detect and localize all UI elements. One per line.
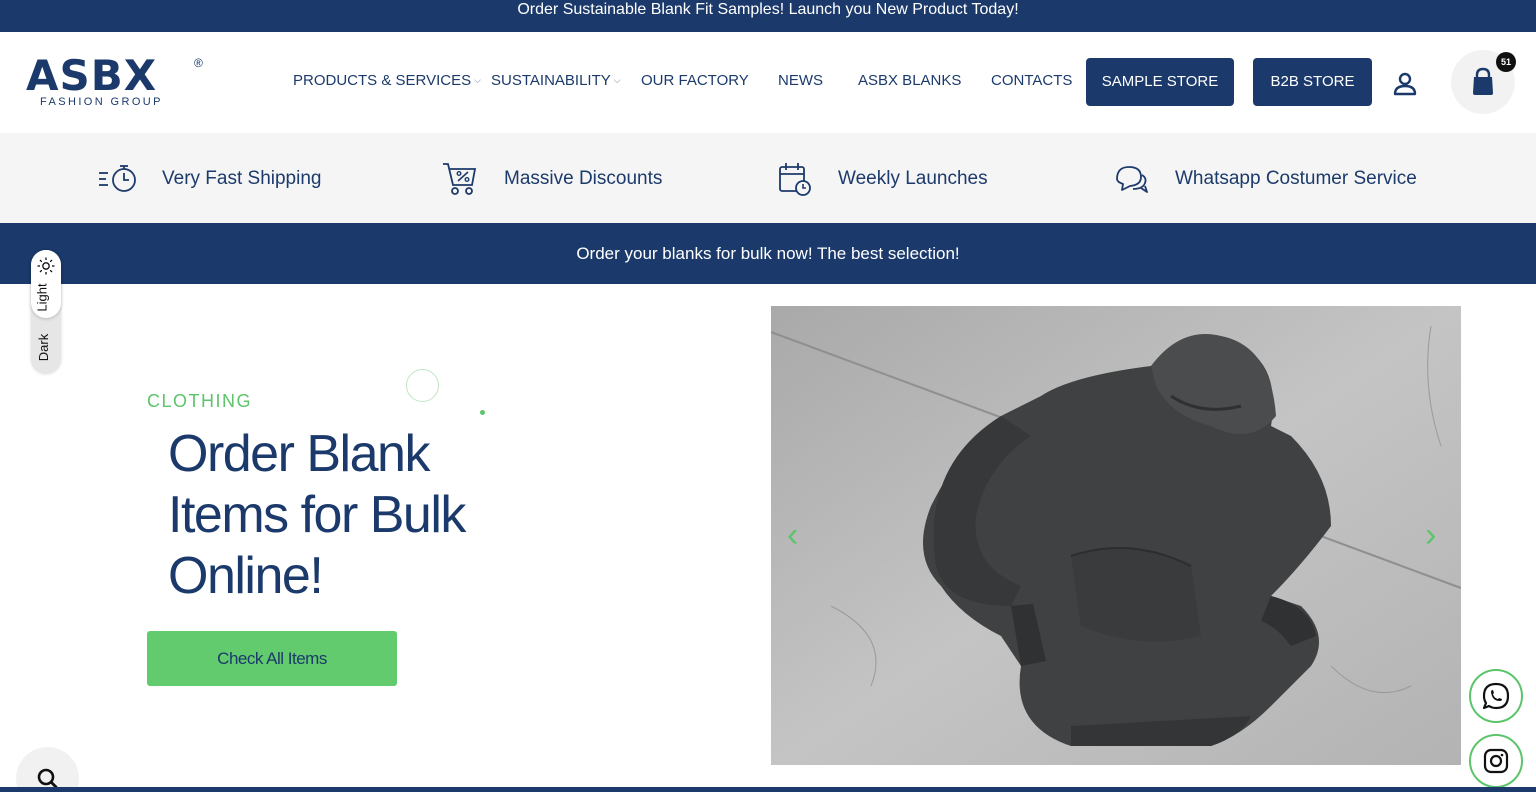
- whatsapp-icon: [1482, 682, 1510, 710]
- cart-count-badge: 51: [1496, 52, 1516, 72]
- nav-label: SUSTAINABILITY: [491, 72, 611, 89]
- theme-dark-label[interactable]: Dark: [36, 334, 51, 361]
- promo-bar: Order your blanks for bulk now! The best…: [0, 223, 1536, 284]
- calendar-clock-icon: [779, 163, 811, 196]
- sample-store-button[interactable]: SAMPLE STORE: [1086, 58, 1234, 106]
- search-icon: [37, 768, 58, 789]
- user-icon[interactable]: [1391, 70, 1419, 98]
- feature-fast-shipping: Very Fast Shipping: [98, 161, 321, 197]
- nav-label: NEWS: [778, 72, 823, 89]
- features-bar: Very Fast Shipping Massive Discounts Wee…: [0, 133, 1536, 223]
- hero-category: CLOTHING: [147, 391, 253, 411]
- nav-label: ASBX BLANKS: [858, 72, 962, 89]
- theme-toggle[interactable]: Light Dark: [31, 250, 61, 374]
- check-all-items-button[interactable]: Check All Items: [147, 631, 397, 686]
- feature-massive-discounts: Massive Discounts: [440, 161, 662, 197]
- logo-tagline: FASHION GROUP: [40, 96, 163, 108]
- theme-light-label: Light: [34, 283, 50, 312]
- nav-label: OUR FACTORY: [641, 72, 749, 89]
- feature-label: Weekly Launches: [838, 168, 988, 189]
- nav-label: PRODUCTS & SERVICES: [293, 72, 472, 89]
- hero-slider: ‹ ›: [771, 306, 1461, 765]
- announcement-text: Order Sustainable Blank Fit Samples! Lau…: [517, 1, 1019, 18]
- decorative-circle: [406, 369, 439, 402]
- hoodie-product-image: [771, 306, 1461, 765]
- chat-bubbles-icon: [1116, 166, 1148, 193]
- stopwatch-icon: [99, 165, 136, 192]
- chevron-right-icon[interactable]: ›: [1425, 518, 1436, 552]
- logo-registered-mark: ®: [194, 56, 203, 70]
- nav-asbx-blanks[interactable]: ASBX BLANKS: [858, 72, 961, 89]
- footer-strip: [0, 787, 1536, 792]
- chevron-down-icon: ⌵: [613, 75, 621, 85]
- theme-light-option[interactable]: Light: [31, 250, 61, 318]
- chevron-left-icon[interactable]: ‹: [787, 518, 798, 552]
- nav-contacts[interactable]: CONTACTS: [991, 72, 1072, 89]
- nav-sustainability[interactable]: SUSTAINABILITY ⌵: [491, 72, 621, 89]
- hero-title: Order Blank Items for Bulk Online!: [168, 425, 466, 605]
- asbx-logo[interactable]: ASBX ® FASHION GROUP: [26, 54, 216, 114]
- sun-icon: [37, 257, 55, 275]
- discount-cart-icon: [443, 163, 477, 195]
- nav-label: CONTACTS: [991, 72, 1073, 89]
- nav-products-services[interactable]: PRODUCTS & SERVICES ⌵: [293, 72, 481, 89]
- nav-news[interactable]: NEWS: [778, 72, 823, 89]
- feature-weekly-launches: Weekly Launches: [774, 161, 988, 197]
- announcement-bar: Order Sustainable Blank Fit Samples! Lau…: [0, 0, 1536, 32]
- site-header: ASBX ® FASHION GROUP PRODUCTS & SERVICES…: [0, 32, 1536, 133]
- feature-label: Very Fast Shipping: [162, 168, 322, 189]
- feature-whatsapp-service: Whatsapp Costumer Service: [1111, 161, 1417, 197]
- chevron-down-icon: ⌵: [474, 75, 481, 85]
- b2b-store-button[interactable]: B2B STORE: [1253, 58, 1372, 106]
- decorative-dot: [480, 410, 485, 415]
- instagram-icon: [1483, 748, 1509, 774]
- promo-text: Order your blanks for bulk now! The best…: [576, 244, 960, 263]
- whatsapp-button[interactable]: [1469, 669, 1523, 723]
- feature-label: Massive Discounts: [504, 168, 663, 189]
- feature-label: Whatsapp Costumer Service: [1175, 168, 1417, 189]
- search-button[interactable]: [16, 747, 79, 792]
- logo-wordmark: ASBX: [26, 51, 158, 100]
- nav-our-factory[interactable]: OUR FACTORY: [641, 72, 749, 89]
- instagram-button[interactable]: [1469, 734, 1523, 788]
